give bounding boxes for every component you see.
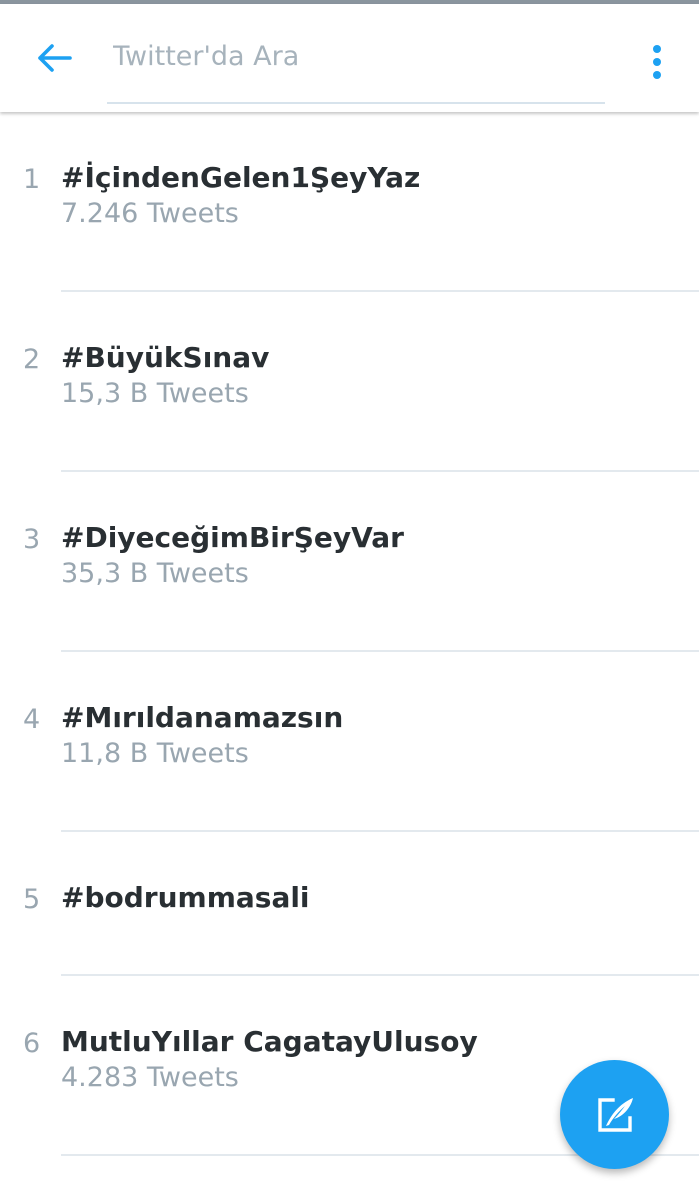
trend-item[interactable]: 2 #BüyükSınav 15,3 B Tweets (0, 292, 699, 472)
compose-tweet-icon (597, 1097, 633, 1132)
trend-name: #BüyükSınav (61, 341, 270, 374)
trend-item[interactable]: 3 #DiyeceğimBirŞeyVar 35,3 B Tweets (0, 472, 699, 652)
overflow-menu-button[interactable] (634, 34, 680, 90)
trend-rank: 1 (23, 164, 41, 195)
trend-rank: 5 (23, 884, 41, 915)
search-field (107, 26, 605, 104)
trend-rank: 3 (23, 524, 41, 555)
trend-name: #İçindenGelen1ŞeyYaz (61, 161, 421, 194)
trends-list: 1 #İçindenGelen1ŞeyYaz 7.246 Tweets 2 #B… (0, 112, 699, 1156)
search-toolbar (0, 4, 699, 112)
trend-name: #bodrummasali (61, 881, 310, 914)
trend-tweet-count: 15,3 B Tweets (61, 378, 249, 409)
trend-tweet-count: 4.283 Tweets (61, 1062, 239, 1093)
search-input[interactable] (113, 34, 593, 78)
compose-tweet-button[interactable] (560, 1060, 669, 1169)
trend-name: MutluYıllar CagatayUlusoy (61, 1025, 478, 1058)
trend-tweet-count: 35,3 B Tweets (61, 558, 249, 589)
trend-item[interactable]: 5 #bodrummasali (0, 832, 699, 976)
trend-rank: 4 (23, 704, 41, 735)
more-vert-icon (653, 45, 661, 79)
trend-rank: 6 (23, 1028, 41, 1059)
trend-tweet-count: 11,8 B Tweets (61, 738, 249, 769)
arrow-left-icon (38, 44, 72, 72)
trend-name: #Mırıldanamazsın (61, 701, 344, 734)
trend-item[interactable]: 1 #İçindenGelen1ŞeyYaz 7.246 Tweets (0, 112, 699, 292)
trend-rank: 2 (23, 344, 41, 375)
back-button[interactable] (26, 34, 82, 82)
trend-name: #DiyeceğimBirŞeyVar (61, 521, 404, 554)
trend-item[interactable]: 4 #Mırıldanamazsın 11,8 B Tweets (0, 652, 699, 832)
trend-tweet-count: 7.246 Tweets (61, 198, 239, 229)
